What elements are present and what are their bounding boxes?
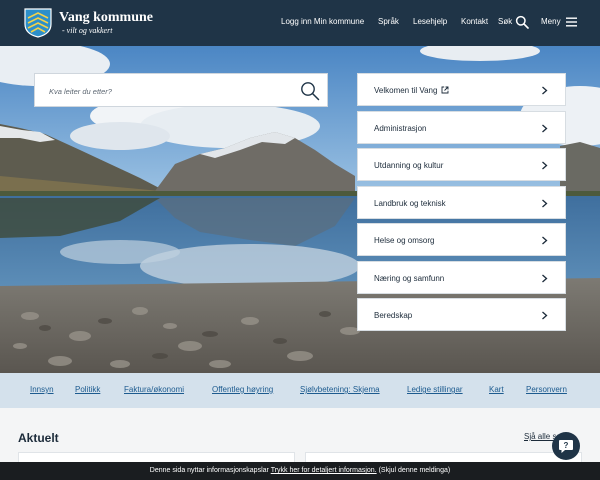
cookie-text: Denne sida nyttar informasjonskapslar <box>149 467 269 474</box>
external-link-icon <box>442 86 449 94</box>
nav-menu-link[interactable]: Meny <box>541 17 561 26</box>
chevron-right-icon <box>542 199 548 207</box>
cookie-dismiss-button[interactable]: (Skjul denne meldinga) <box>379 467 451 474</box>
quick-link-label: Beredskap <box>374 311 413 320</box>
chat-bubble-icon: ? <box>559 440 573 453</box>
nav-language-link[interactable]: Språk <box>378 17 399 26</box>
coat-of-arms-logo[interactable] <box>24 8 52 38</box>
cookie-consent-bar: Denne sida nyttar informasjonskapslar Tr… <box>0 462 600 480</box>
quick-link-beredskap[interactable]: Beredskap <box>357 298 566 331</box>
quick-link-administrasjon[interactable]: Administrasjon <box>357 110 566 144</box>
subnav-kart[interactable]: Kart <box>489 385 504 394</box>
brand-name[interactable]: Vang kommune <box>59 10 153 26</box>
chevron-right-icon <box>542 124 548 132</box>
chat-question-mark: ? <box>564 441 569 450</box>
site-header: Vang kommune - vilt og vakkert Logg inn … <box>0 0 600 46</box>
nav-reading-help-link[interactable]: Lesehjelp <box>413 17 447 26</box>
subnav-politikk[interactable]: Politikk <box>75 385 100 394</box>
chevron-right-icon <box>542 274 548 282</box>
quick-link-velkomen[interactable]: Velkomen til Vang <box>357 73 566 106</box>
aktuelt-heading: Aktuelt <box>18 431 59 445</box>
quick-link-landbruk-teknisk[interactable]: Landbruk og teknisk <box>357 185 566 219</box>
search-box <box>34 73 328 107</box>
subnav-offentleg-hoyring[interactable]: Offentleg høyring <box>212 385 273 394</box>
chevron-right-icon <box>542 236 548 245</box>
hamburger-icon[interactable] <box>566 17 577 27</box>
secondary-nav: Innsyn Politikk Faktura/økonomi Offentle… <box>0 373 600 408</box>
search-icon[interactable] <box>515 15 529 29</box>
nav-search-link[interactable]: Søk <box>498 17 512 26</box>
chevron-right-icon <box>542 161 548 170</box>
subnav-ledige-stillingar[interactable]: Ledige stillingar <box>407 385 463 394</box>
search-submit-icon[interactable] <box>299 80 321 102</box>
nav-login-link[interactable]: Logg inn Min kommune <box>281 17 364 26</box>
quick-link-naering-samfunn[interactable]: Næring og samfunn <box>357 260 566 294</box>
quick-link-label: Helse og omsorg <box>374 236 435 245</box>
chevron-right-icon <box>542 86 548 95</box>
subnav-innsyn[interactable]: Innsyn <box>30 385 54 394</box>
brand-tagline: - vilt og vakkert <box>62 26 113 35</box>
quick-link-label: Utdanning og kultur <box>374 161 444 170</box>
nav-contact-link[interactable]: Kontakt <box>461 17 488 26</box>
quick-link-utdanning-kultur[interactable]: Utdanning og kultur <box>357 148 566 181</box>
subnav-sjolvbetening-skjema[interactable]: Sjølvbetening: Skjema <box>300 385 380 394</box>
cookie-details-link[interactable]: Trykk her for detaljert informasjon. <box>271 467 377 474</box>
quick-link-label: Velkomen til Vang <box>374 86 449 95</box>
quick-link-label: Landbruk og teknisk <box>374 198 446 208</box>
quick-link-label: Administrasjon <box>374 123 427 133</box>
subnav-personvern[interactable]: Personvern <box>526 385 567 394</box>
quick-link-helse-omsorg[interactable]: Helse og omsorg <box>357 223 566 256</box>
subnav-faktura-okonomi[interactable]: Faktura/økonomi <box>124 385 184 394</box>
search-input[interactable] <box>49 84 289 98</box>
chat-help-button[interactable]: ? <box>552 432 580 460</box>
quick-link-label: Næring og samfunn <box>374 273 445 283</box>
chevron-right-icon <box>542 311 548 320</box>
